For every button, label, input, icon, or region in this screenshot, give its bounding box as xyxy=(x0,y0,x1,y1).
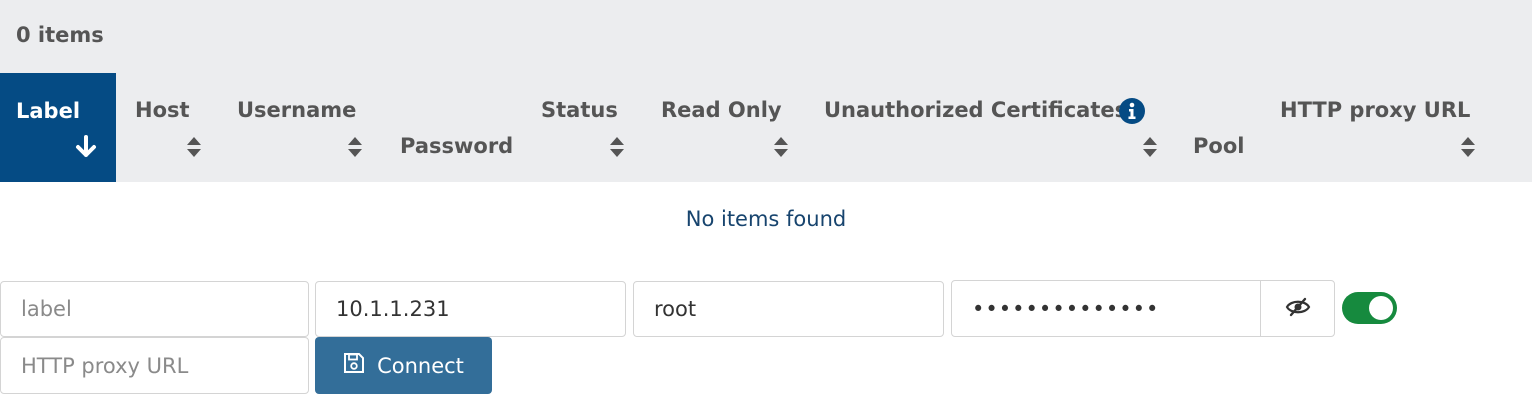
toggle-knob xyxy=(1369,296,1393,320)
arrow-down-icon xyxy=(74,135,98,163)
save-icon xyxy=(343,352,365,379)
empty-table-message: No items found xyxy=(685,207,847,231)
sort-icon[interactable] xyxy=(773,136,789,162)
item-count: 0 items xyxy=(16,23,104,47)
column-header-read-only[interactable]: Read Only xyxy=(661,98,782,122)
toggle-password-visibility-button[interactable] xyxy=(1260,280,1335,337)
sort-icon[interactable] xyxy=(186,136,202,162)
column-header-label[interactable]: Label xyxy=(0,73,116,182)
column-header-pool: Pool xyxy=(1193,134,1245,158)
connect-button[interactable]: Connect xyxy=(315,337,492,394)
label-input[interactable] xyxy=(0,281,309,337)
column-header-password: Password xyxy=(400,134,514,158)
column-header-unauthorized-certificates[interactable]: Unauthorized Certificates xyxy=(824,98,1127,122)
http-proxy-url-input[interactable] xyxy=(0,337,309,394)
eye-slash-icon xyxy=(1285,297,1311,321)
column-header-username[interactable]: Username xyxy=(237,98,356,122)
sort-icon[interactable] xyxy=(609,136,625,162)
column-header-host[interactable]: Host xyxy=(135,98,190,122)
host-input[interactable] xyxy=(315,281,626,337)
column-header-label-text: Label xyxy=(16,99,81,123)
username-input[interactable] xyxy=(633,281,944,337)
sort-icon[interactable] xyxy=(1460,136,1476,162)
info-circle-icon[interactable] xyxy=(1118,97,1146,129)
sort-icon[interactable] xyxy=(347,136,363,162)
connect-button-label: Connect xyxy=(377,353,464,378)
column-header-status[interactable]: Status xyxy=(541,98,618,122)
read-only-toggle[interactable] xyxy=(1342,292,1397,324)
table-header-bar: 0 items Label Host Username Password Sta… xyxy=(0,0,1532,182)
sort-icon[interactable] xyxy=(1142,136,1158,162)
column-header-http-proxy-url[interactable]: HTTP proxy URL xyxy=(1280,98,1470,122)
password-input[interactable] xyxy=(951,280,1261,337)
